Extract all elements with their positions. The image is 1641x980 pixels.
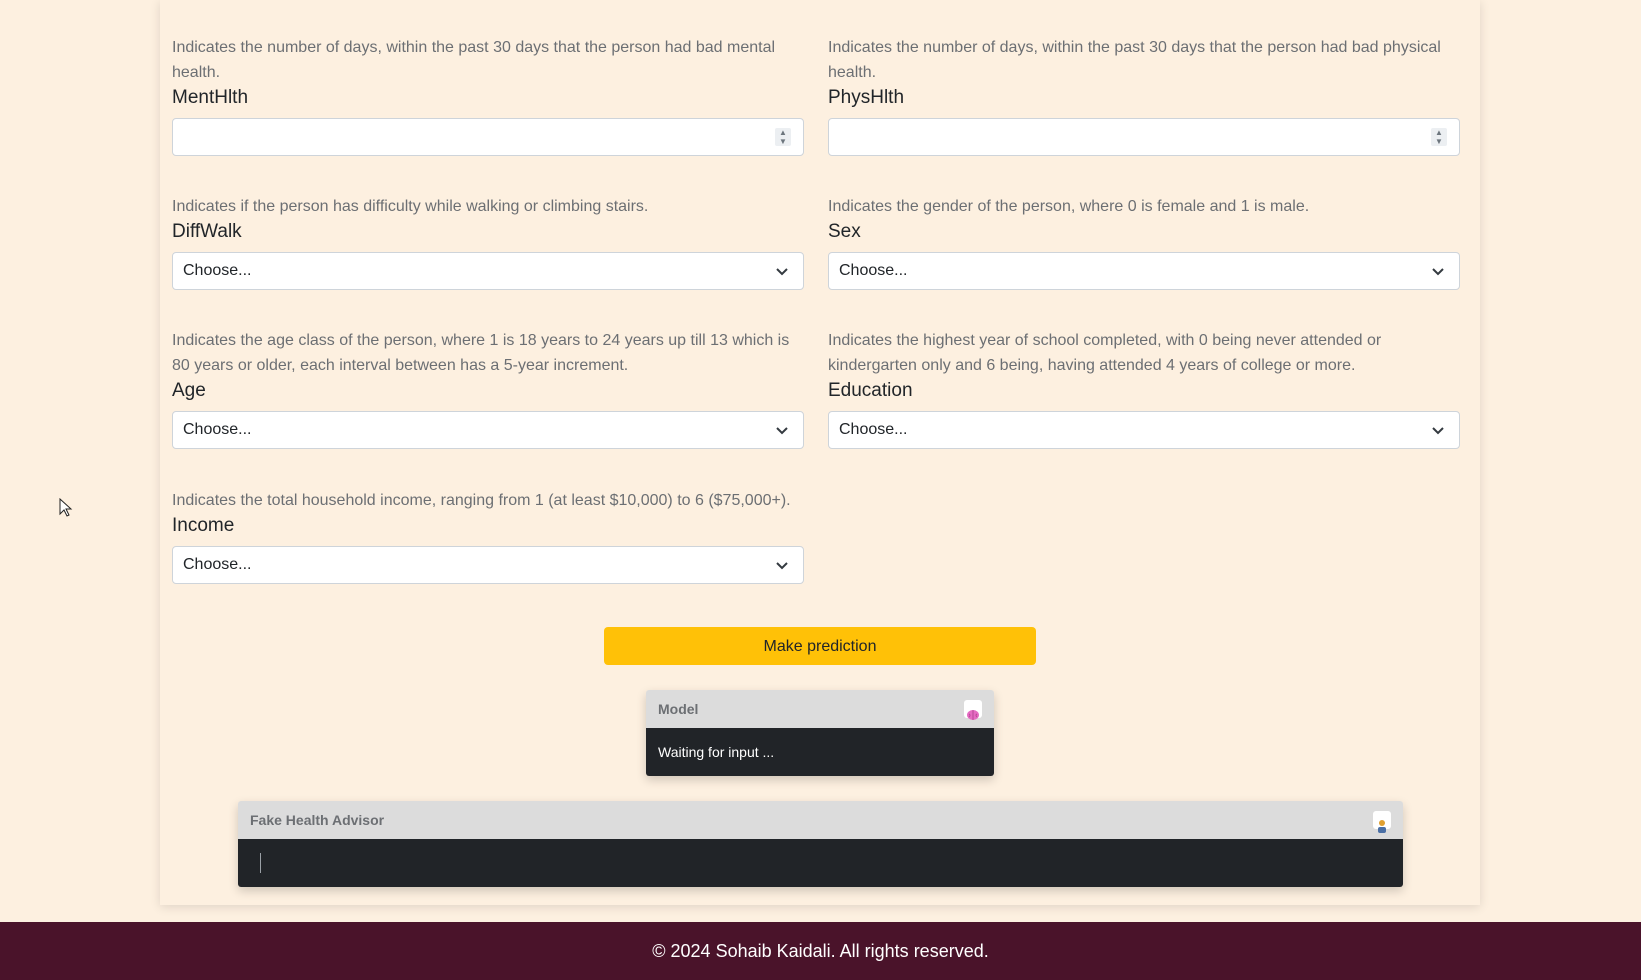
- physhlth-input[interactable]: ▲ ▼: [828, 118, 1460, 156]
- age-selected-value: Choose...: [183, 421, 252, 438]
- page: Indicates the number of days, within the…: [0, 0, 1641, 980]
- footer-copyright: © 2024 Sohaib Kaidali. All rights reserv…: [652, 941, 989, 961]
- advisor-panel-header: Fake Health Advisor: [238, 801, 1403, 839]
- brain-icon: [964, 700, 982, 720]
- diffwalk-selected-value: Choose...: [183, 262, 252, 279]
- diffwalk-label: DiffWalk: [172, 221, 242, 242]
- model-panel: Model Waiting for input ...: [646, 690, 994, 776]
- chevron-down-icon: [1432, 427, 1444, 435]
- footer: © 2024 Sohaib Kaidali. All rights reserv…: [0, 922, 1641, 980]
- menthlth-field: Indicates the number of days, within the…: [172, 35, 804, 156]
- age-field: Indicates the age class of the person, w…: [172, 328, 804, 449]
- age-hint: Indicates the age class of the person, w…: [172, 332, 790, 374]
- menthlth-label: MentHlth: [172, 87, 249, 108]
- sex-hint: Indicates the gender of the person, wher…: [828, 198, 1310, 215]
- sex-field: Indicates the gender of the person, wher…: [828, 194, 1460, 290]
- income-field: Indicates the total household income, ra…: [172, 488, 804, 584]
- person-icon: [1373, 811, 1391, 833]
- advisor-panel: Fake Health Advisor: [238, 801, 1403, 887]
- model-panel-header: Model: [646, 690, 994, 728]
- income-label: Income: [172, 515, 235, 536]
- physhlth-label: PhysHlth: [828, 87, 905, 108]
- chevron-down-icon: [776, 562, 788, 570]
- diffwalk-select[interactable]: Choose...: [172, 252, 804, 290]
- physhlth-field: Indicates the number of days, within the…: [828, 35, 1460, 156]
- model-panel-title: Model: [658, 701, 699, 717]
- physhlth-hint: Indicates the number of days, within the…: [828, 39, 1441, 81]
- sex-selected-value: Choose...: [839, 262, 908, 279]
- age-label: Age: [172, 380, 206, 401]
- age-select[interactable]: Choose...: [172, 411, 804, 449]
- sex-label: Sex: [828, 221, 861, 242]
- income-selected-value: Choose...: [183, 556, 252, 573]
- diffwalk-field: Indicates if the person has difficulty w…: [172, 194, 804, 290]
- education-selected-value: Choose...: [839, 421, 908, 438]
- text-cursor: [260, 853, 261, 873]
- advisor-panel-title: Fake Health Advisor: [250, 812, 385, 828]
- income-hint: Indicates the total household income, ra…: [172, 492, 791, 509]
- chevron-down-icon: [1432, 268, 1444, 276]
- education-field: Indicates the highest year of school com…: [828, 328, 1460, 449]
- make-prediction-button[interactable]: Make prediction: [604, 627, 1036, 665]
- advisor-output: [238, 839, 1403, 887]
- chevron-down-icon: [776, 268, 788, 276]
- menthlth-hint: Indicates the number of days, within the…: [172, 39, 776, 81]
- model-status-text: Waiting for input ...: [658, 744, 775, 760]
- income-select[interactable]: Choose...: [172, 546, 804, 584]
- menthlth-input[interactable]: ▲ ▼: [172, 118, 804, 156]
- education-select[interactable]: Choose...: [828, 411, 1460, 449]
- model-panel-body: Waiting for input ...: [646, 728, 994, 776]
- mouse-pointer-icon: [59, 498, 73, 517]
- diffwalk-hint: Indicates if the person has difficulty w…: [172, 198, 649, 215]
- sex-select[interactable]: Choose...: [828, 252, 1460, 290]
- education-label: Education: [828, 380, 913, 401]
- education-hint: Indicates the highest year of school com…: [828, 332, 1382, 374]
- chevron-down-icon: [776, 427, 788, 435]
- number-spinner-icon[interactable]: ▲ ▼: [1431, 128, 1447, 146]
- number-spinner-icon[interactable]: ▲ ▼: [775, 128, 791, 146]
